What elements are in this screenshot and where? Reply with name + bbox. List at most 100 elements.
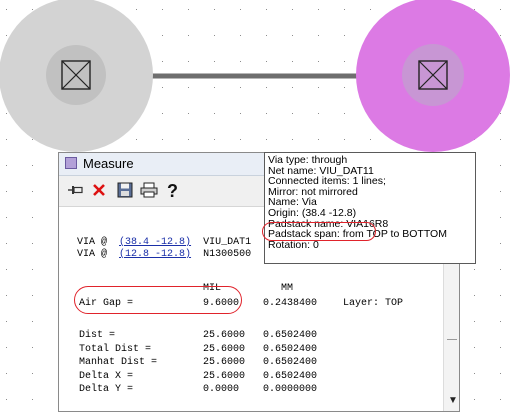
grid-dot <box>6 165 7 166</box>
scroll-thumb[interactable] <box>447 339 457 340</box>
grid-dot <box>500 269 501 270</box>
grid-dot <box>6 113 7 114</box>
grid-dot <box>500 35 501 36</box>
measure-mm: 0.6502400 <box>263 357 318 368</box>
grid-dot <box>32 269 33 270</box>
grid-dot <box>500 139 501 140</box>
grid-dot <box>474 9 475 10</box>
measure-label: Dist = <box>79 330 116 341</box>
grid-dot <box>266 61 267 62</box>
grid-dot <box>6 217 7 218</box>
grid-dot <box>32 295 33 296</box>
via-net: N1300500 <box>203 249 252 260</box>
unit-header-mil: MIL <box>203 283 222 294</box>
grid-dot <box>6 295 7 296</box>
via-coord-link[interactable]: (12.8 -12.8) <box>119 249 191 260</box>
grid-dot <box>318 35 319 36</box>
grid-dot <box>344 87 345 88</box>
grid-dot <box>6 321 7 322</box>
grid-dot <box>136 9 137 10</box>
grid-dot <box>240 35 241 36</box>
grid-dot <box>474 347 475 348</box>
grid-dot <box>240 139 241 140</box>
grid-dot <box>500 217 501 218</box>
grid-dot <box>240 61 241 62</box>
grid-dot <box>292 61 293 62</box>
measure-label: Total Dist = <box>79 343 152 355</box>
via-pad-right[interactable] <box>356 0 510 152</box>
measure-mm: 0.6502400 <box>263 370 318 382</box>
grid-dot <box>240 113 241 114</box>
grid-dot <box>162 113 163 114</box>
via-coord-link[interactable]: (38.4 -12.8) <box>119 237 191 248</box>
air-gap-label: Air Gap = <box>79 298 134 309</box>
close-x-icon[interactable] <box>89 180 109 200</box>
grid-dot <box>6 35 7 36</box>
grid-dot <box>318 87 319 88</box>
grid-dot <box>188 35 189 36</box>
measure-mm: 0.6502400 <box>263 330 318 341</box>
grid-dot <box>32 139 33 140</box>
grid-dot <box>500 347 501 348</box>
air-gap-layer: Layer: TOP <box>343 298 404 309</box>
measure-mm: 0.6502400 <box>263 343 318 355</box>
grid-dot <box>500 295 501 296</box>
grid-dot <box>214 139 215 140</box>
grid-dot <box>500 113 501 114</box>
via-row-2: VIA @ (12.8 -12.8) N1300500 <box>77 249 251 261</box>
grid-dot <box>344 113 345 114</box>
grid-dot <box>6 139 7 140</box>
help-question-icon[interactable]: ? <box>163 180 183 200</box>
grid-dot <box>292 35 293 36</box>
measure-title: Measure <box>83 156 134 171</box>
grid-dot <box>6 9 7 10</box>
grid-dot <box>188 139 189 140</box>
measure-mil: 25.6000 <box>203 343 246 355</box>
svg-text:?: ? <box>167 181 178 199</box>
grid-dot <box>32 217 33 218</box>
via-net: VIU_DAT1 <box>203 237 252 248</box>
grid-dot <box>292 9 293 10</box>
grid-dot <box>266 9 267 10</box>
grid-dot <box>344 35 345 36</box>
grid-dot <box>500 373 501 374</box>
tooltip-rotation: Rotation: 0 <box>268 238 319 251</box>
grid-dot <box>214 87 215 88</box>
pin-icon[interactable] <box>65 180 85 200</box>
measure-app-icon <box>65 157 77 169</box>
measure-mil: 25.6000 <box>203 330 246 341</box>
grid-dot <box>500 243 501 244</box>
scroll-down-arrow-icon[interactable]: ▼ <box>448 395 458 406</box>
grid-dot <box>318 113 319 114</box>
grid-dot <box>240 87 241 88</box>
measure-mm: 0.0000000 <box>263 384 318 395</box>
grid-dot <box>500 9 501 10</box>
grid-dot <box>292 139 293 140</box>
measure-mil: 0.0000 <box>203 384 240 395</box>
air-gap-mil: 9.6000 <box>203 298 240 309</box>
grid-dot <box>344 61 345 62</box>
measure-label: Delta X = <box>79 370 134 382</box>
via-label: VIA @ <box>77 237 108 248</box>
grid-dot <box>318 61 319 62</box>
grid-dot <box>266 35 267 36</box>
grid-dot <box>188 9 189 10</box>
grid-dot <box>266 113 267 114</box>
printer-icon[interactable] <box>139 180 159 200</box>
grid-dot <box>32 373 33 374</box>
grid-dot <box>474 269 475 270</box>
grid-dot <box>266 139 267 140</box>
grid-dot <box>32 165 33 166</box>
via-pad-left[interactable] <box>0 0 153 152</box>
grid-dot <box>474 295 475 296</box>
grid-dot <box>500 321 501 322</box>
grid-dot <box>6 373 7 374</box>
grid-dot <box>214 9 215 10</box>
floppy-save-icon[interactable] <box>115 180 135 200</box>
grid-dot <box>32 321 33 322</box>
grid-dot <box>266 87 267 88</box>
grid-dot <box>474 321 475 322</box>
via-info-tooltip: Via type: through Net name: VIU_DAT11 Co… <box>264 152 476 264</box>
grid-dot <box>500 191 501 192</box>
grid-dot <box>214 35 215 36</box>
